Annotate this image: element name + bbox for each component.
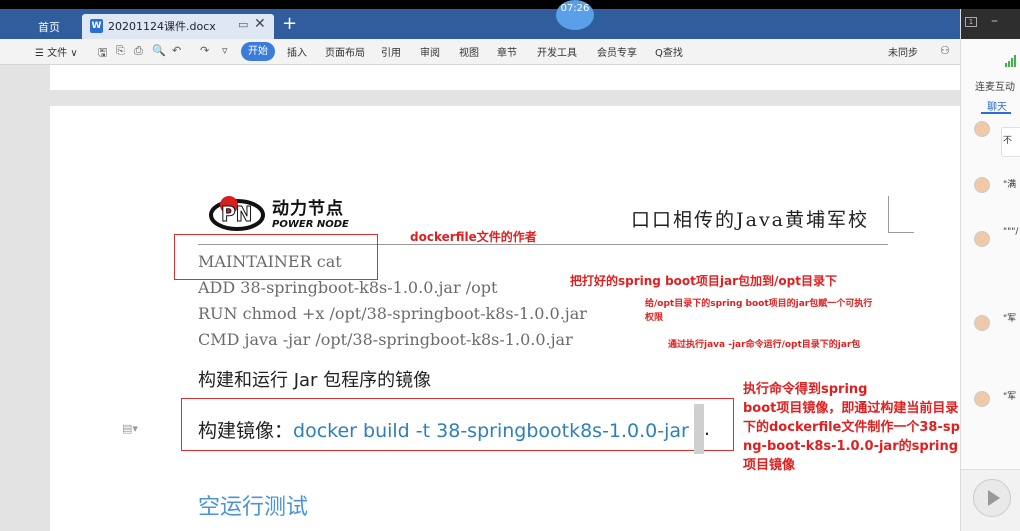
word-doc-icon: W — [90, 19, 103, 33]
header-divider-vertical — [888, 196, 889, 232]
annotation-build-line3: 下的dockerfile文件制作一个38-spri — [743, 420, 971, 435]
live-side-panel: 1 – 连麦互动 聊天 不 "满 """/ "军 "军 — [960, 9, 1020, 531]
build-command-label: 构建镜像： — [198, 420, 294, 442]
play-icon[interactable] — [973, 479, 1011, 517]
wps-window: 首页 W 20201124课件.docx ▭ ✕ + 07:26 ☰ 文件 ∨ … — [0, 0, 1020, 531]
tab-references[interactable]: 引用 — [381, 44, 401, 59]
tab-bar: 首页 W 20201124课件.docx ▭ ✕ + — [0, 9, 960, 39]
header-slogan: 口口相传的Java黄埔军校 — [631, 209, 870, 231]
tab-chat[interactable]: 聊天 — [987, 98, 1007, 113]
save-icon[interactable]: 🖫 — [98, 44, 107, 63]
chat-message: """/ — [1003, 227, 1019, 237]
undo-icon[interactable]: ↶ — [172, 44, 181, 57]
top-strip — [0, 0, 1020, 9]
avatar — [974, 231, 990, 247]
preview-icon[interactable]: 🔍 — [152, 44, 166, 57]
share-icon[interactable]: ⚇ — [940, 44, 950, 57]
tab-chat-indicator — [981, 112, 1011, 114]
annotation-cmd: 通过执行java -jar命令运行/opt目录下的jar包 — [668, 340, 861, 350]
annotation-author: dockerfile文件的作者 — [410, 230, 537, 244]
export-icon[interactable]: ⎘ — [116, 44, 125, 58]
annotation-build-line1: 执行命令得到spring — [743, 382, 868, 397]
screen-icon[interactable]: 1 — [965, 17, 977, 27]
signal-icon — [1005, 55, 1016, 67]
tab-member[interactable]: 会员专享 — [597, 44, 637, 59]
tab-document-title: 20201124课件.docx — [108, 20, 216, 33]
code-line-add: ADD 38-springboot-k8s-1.0.0.jar /opt — [198, 278, 498, 297]
time-badge: 07:26 — [556, 0, 594, 30]
tab-review[interactable]: 审阅 — [420, 44, 440, 59]
chat-message: "军 — [1003, 314, 1017, 324]
redo-icon[interactable]: ↷ — [200, 44, 209, 57]
tab-view[interactable]: 视图 — [459, 44, 479, 59]
avatar — [974, 177, 990, 193]
code-line-cmd: CMD java -jar /opt/38-springboot-k8s-1.0… — [198, 330, 573, 349]
chat-message: 不 — [1003, 136, 1013, 146]
text-cursor-highlight — [694, 404, 704, 454]
monitor-icon[interactable]: ▭ — [238, 18, 248, 31]
avatar — [974, 315, 990, 331]
file-menu[interactable]: ☰ 文件 ∨ — [35, 44, 78, 59]
tab-start[interactable]: 开始 — [241, 42, 275, 61]
annotation-chmod-line1: 给/opt目录下的spring boot项目的jar包赋一个可执行 — [645, 299, 873, 309]
close-icon[interactable]: ✕ — [254, 16, 266, 32]
logo-text-en: POWER NODE — [272, 219, 349, 230]
new-tab-button[interactable]: + — [282, 13, 297, 34]
more-icon[interactable]: ▿ — [222, 44, 228, 57]
avatar — [974, 121, 990, 137]
build-command: 构建镜像：docker build -t 38-springbootk8s-1.… — [198, 416, 689, 443]
panel-header: 1 – — [961, 9, 1020, 39]
section-heading-build-run: 构建和运行 Jar 包程序的镜像 — [198, 370, 432, 391]
tab-insert[interactable]: 插入 — [287, 44, 307, 59]
search-button[interactable]: Q查找 — [655, 44, 683, 59]
annotation-box-maintainer — [174, 234, 378, 280]
chat-message: "满 — [1003, 180, 1017, 190]
svg-text:PN: PN — [221, 202, 252, 226]
print-icon[interactable]: ⎙ — [134, 44, 143, 58]
tab-document[interactable]: W 20201124课件.docx ▭ ✕ — [82, 14, 274, 39]
tab-mic-interact[interactable]: 连麦互动 — [975, 78, 1015, 93]
previous-page — [50, 65, 960, 90]
sync-status[interactable]: 未同步 — [888, 44, 918, 59]
paragraph-icon[interactable]: ▤▾ — [122, 422, 138, 435]
annotation-build-line5: 项目镜像 — [743, 458, 796, 473]
section-heading-dry-run: 空运行测试 — [198, 495, 309, 520]
avatar — [974, 391, 990, 407]
chat-message: "军 — [1003, 392, 1017, 402]
build-command-dot: . — [704, 418, 711, 440]
annotation-build-line2: boot项目镜像，即通过构建当前目录 — [743, 401, 959, 416]
power-node-logo-icon: PN — [209, 196, 265, 231]
build-command-arg: 38-springbootk8s-1.0.0-jar — [436, 420, 689, 442]
ribbon-toolbar: ☰ 文件 ∨ 🖫 ⎘ ⎙ 🔍 ↶ ↷ ▿ 开始 插入 页面布局 引用 审阅 视图… — [0, 39, 960, 65]
minimize-icon[interactable]: – — [991, 13, 998, 29]
code-line-run: RUN chmod +x /opt/38-springboot-k8s-1.0.… — [198, 304, 587, 323]
build-command-keyword: docker build -t — [293, 420, 431, 442]
logo-text-cn: 动力节点 — [272, 199, 344, 219]
annotation-build-line4: ng-boot-k8s-1.0.0-jar的spring boot — [743, 439, 996, 454]
annotation-chmod-line2: 权限 — [645, 313, 664, 323]
tab-layout[interactable]: 页面布局 — [325, 44, 365, 59]
tab-section[interactable]: 章节 — [497, 44, 517, 59]
header-divider-tail — [888, 232, 914, 233]
tab-developer[interactable]: 开发工具 — [537, 44, 577, 59]
tab-home[interactable]: 首页 — [22, 16, 76, 39]
annotation-add: 把打好的spring boot项目jar包加到/opt目录下 — [570, 274, 837, 288]
